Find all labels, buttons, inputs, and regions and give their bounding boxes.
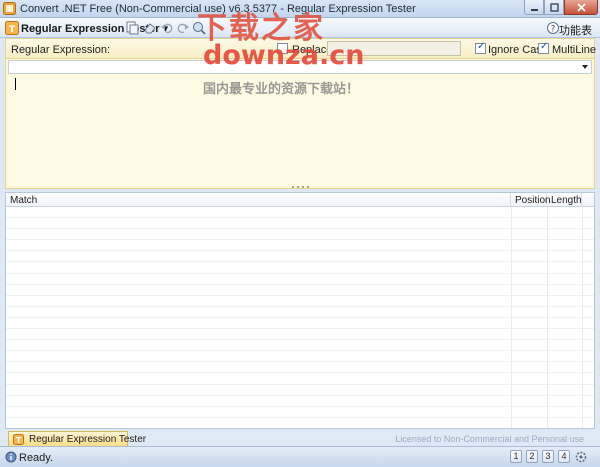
table-row xyxy=(6,218,594,230)
table-row xyxy=(6,274,594,285)
app-icon xyxy=(3,2,16,15)
table-row xyxy=(6,374,594,385)
table-row xyxy=(6,207,594,219)
copy-icon[interactable] xyxy=(125,21,139,35)
status-bar: Ready. 1 2 3 4 xyxy=(0,446,600,467)
table-row xyxy=(6,240,594,252)
table-row xyxy=(6,251,594,263)
ignore-case-checkbox[interactable] xyxy=(475,41,486,54)
eraser-icon[interactable] xyxy=(143,21,157,35)
license-text: Licensed to Non-Commercial and Personal … xyxy=(395,434,584,444)
table-row xyxy=(6,418,594,428)
regex-tool-icon: T xyxy=(13,434,24,445)
splitter-grip[interactable] xyxy=(290,186,310,189)
results-body xyxy=(6,207,594,428)
table-row xyxy=(6,340,594,352)
table-row xyxy=(6,285,594,296)
tab-regular-expression-tester[interactable]: T Regular Expression Tester xyxy=(8,431,146,446)
status-text: Ready. xyxy=(19,452,54,464)
table-row xyxy=(6,229,594,241)
column-header-position[interactable]: Position xyxy=(511,193,551,207)
table-row xyxy=(6,263,594,274)
table-row xyxy=(6,396,594,407)
table-row xyxy=(6,351,594,363)
tab-label: Regular Expression Tester xyxy=(29,434,147,445)
redo-icon[interactable] xyxy=(176,21,190,35)
table-row xyxy=(6,318,594,330)
text-caret xyxy=(15,78,16,90)
status-button-4[interactable]: 4 xyxy=(558,450,570,463)
table-row xyxy=(6,296,594,307)
table-row xyxy=(6,307,594,318)
column-header-match[interactable]: Match xyxy=(6,193,511,207)
status-button-3[interactable]: 3 xyxy=(542,450,554,463)
table-row xyxy=(6,385,594,396)
multiline-checkbox[interactable] xyxy=(538,41,549,54)
undo-icon[interactable] xyxy=(160,21,174,35)
table-row xyxy=(6,362,594,374)
maximize-button[interactable] xyxy=(544,0,564,15)
maximize-icon xyxy=(549,2,559,12)
regex-tool-icon: T xyxy=(5,21,19,35)
svg-text:T: T xyxy=(16,436,22,445)
settings-gear-icon[interactable] xyxy=(574,450,588,464)
close-icon xyxy=(576,2,586,12)
watermark-domain: downza.cn xyxy=(203,40,365,71)
window-controls xyxy=(524,0,598,16)
status-button-2[interactable]: 2 xyxy=(526,450,538,463)
document-tab-strip: T Regular Expression Tester Licensed to … xyxy=(0,430,600,446)
results-header: Match Position Length xyxy=(6,193,594,207)
regex-label: Regular Expression: xyxy=(11,44,111,56)
chevron-down-icon[interactable] xyxy=(582,65,588,69)
svg-text:?: ? xyxy=(551,25,556,35)
watermark-slogan: 国内最专业的资源下载站！ xyxy=(203,82,360,97)
column-header-length[interactable]: Length xyxy=(547,193,582,207)
minimize-button[interactable] xyxy=(524,0,544,15)
status-button-1[interactable]: 1 xyxy=(510,450,522,463)
help-icon[interactable]: ? xyxy=(546,21,560,35)
close-button[interactable] xyxy=(564,0,598,15)
svg-text:T: T xyxy=(9,25,16,35)
results-grid: Match Position Length xyxy=(5,192,595,429)
status-info-icon xyxy=(5,451,17,463)
table-row xyxy=(6,407,594,418)
minimize-icon xyxy=(530,8,538,11)
table-row xyxy=(6,329,594,341)
multiline-label: MultiLine xyxy=(552,44,597,56)
